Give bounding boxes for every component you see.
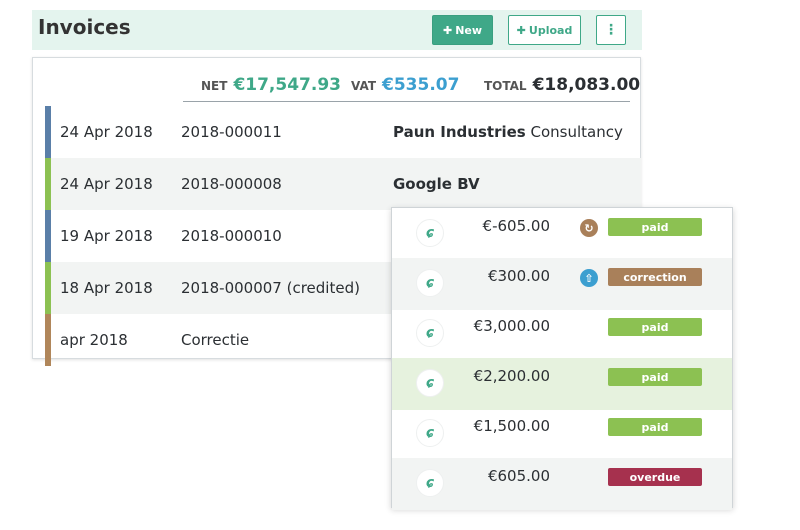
invoice-client: Paun Industries Consultancy [393,123,623,141]
new-invoice-button[interactable]: ✚ New [432,15,493,45]
net-value: €17,547.93 [233,74,341,95]
invoice-row[interactable]: 24 Apr 2018 2018-000011 Paun Industries … [45,106,641,158]
payment-amount: €605.00 [487,467,550,485]
invoice-number: 2018-000007 (credited) [181,279,360,297]
upload-button-label: Upload [528,23,573,37]
client-logo-icon: ɕ [416,419,444,447]
payment-amount: €3,000.00 [473,317,550,335]
vat-value: €535.07 [382,74,460,95]
invoice-client: Google BV [393,175,480,193]
payment-amount: €2,200.00 [473,367,550,385]
payment-row[interactable]: ɕ €605.00 overdue [392,458,732,510]
payments-dropdown: ɕ €-605.00 ↻ paid ɕ €300.00 ⇧ correction… [391,207,733,510]
invoice-row[interactable]: 24 Apr 2018 2018-000008 Google BV [45,158,641,210]
payment-row[interactable]: ɕ €3,000.00 paid [392,308,732,360]
status-badge: paid [608,218,702,236]
cloud-upload-icon[interactable]: ⇧ [580,269,598,287]
net-total: NET €17,547.93 [183,75,341,95]
invoice-date: 24 Apr 2018 [60,123,153,141]
payment-row[interactable]: ɕ €1,500.00 paid [392,408,732,460]
status-badge: paid [608,368,702,386]
client-logo-icon: ɕ [416,369,444,397]
plus-icon: ✚ [442,23,453,37]
client-suffix: Consultancy [525,123,623,141]
status-badge: overdue [608,468,702,486]
more-vertical-icon: ⋮ [604,22,618,38]
new-button-label: New [455,23,483,37]
vat-label: VAT [351,78,377,93]
more-options-button[interactable]: ⋮ [596,15,626,45]
status-badge: correction [608,268,702,286]
invoice-date: 19 Apr 2018 [60,227,153,245]
vat-total: VAT €535.07 [337,75,470,95]
plus-icon: ✚ [516,23,526,37]
payment-row[interactable]: ɕ €2,200.00 paid [392,358,732,410]
client-name: Google BV [393,175,480,193]
payment-row[interactable]: ɕ €-605.00 ↻ paid [392,208,732,260]
client-logo-icon: ɕ [416,269,444,297]
totals-bar: NET €17,547.93 VAT €535.07 TOTAL €18,083… [183,68,640,102]
invoice-number: 2018-000010 [181,227,282,245]
client-logo-icon: ɕ [416,319,444,347]
status-stripe [45,314,51,366]
payment-amount: €1,500.00 [473,417,550,435]
invoice-date: 18 Apr 2018 [60,279,153,297]
refresh-icon[interactable]: ↻ [580,219,598,237]
client-logo-icon: ɕ [416,469,444,497]
status-stripe [45,262,51,314]
status-stripe [45,210,51,262]
invoice-number: Correctie [181,331,250,349]
status-stripe [45,158,51,210]
payment-row[interactable]: ɕ €300.00 ⇧ correction [392,258,732,310]
header-bar: Invoices ✚ New ✚ Upload ⋮ [32,10,642,50]
payment-amount: €300.00 [487,267,550,285]
invoice-number: 2018-000011 [181,123,282,141]
status-badge: paid [608,318,702,336]
status-stripe [45,106,51,158]
net-label: NET [201,78,228,93]
client-name: Paun Industries [393,123,526,141]
invoice-date: 24 Apr 2018 [60,175,153,193]
client-logo-icon: ɕ [416,219,444,247]
status-badge: paid [608,418,702,436]
page-title: Invoices [38,15,131,39]
invoice-date: apr 2018 [60,331,128,349]
total-label: TOTAL [484,78,527,93]
total-value: €18,083.00 [532,74,641,95]
payment-amount: €-605.00 [482,217,550,235]
upload-button[interactable]: ✚ Upload [508,15,581,45]
invoice-number: 2018-000008 [181,175,282,193]
grand-total: TOTAL €18,083.00 [480,75,640,95]
